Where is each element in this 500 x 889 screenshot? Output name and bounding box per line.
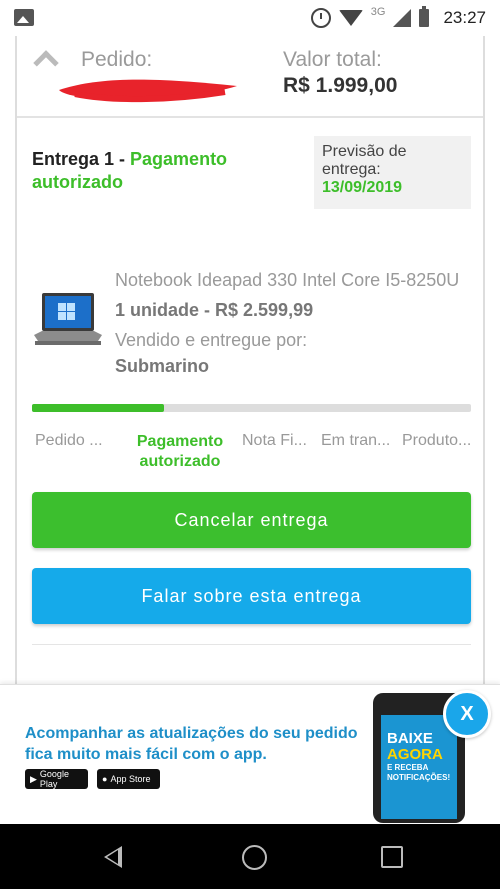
step-em-transito: Em tran... — [321, 432, 391, 449]
order-summary[interactable]: Pedido: Valor total: R$ 1.999,00 — [17, 36, 483, 118]
home-icon[interactable] — [242, 845, 267, 870]
app-store-badge[interactable]: ● App Store — [97, 769, 160, 789]
previsao-label: Previsão de entrega: — [322, 143, 407, 178]
close-banner-button[interactable]: X — [443, 690, 491, 738]
delivery-forecast: Previsão de entrega: 13/09/2019 — [314, 136, 471, 209]
google-play-icon: ▶ — [30, 773, 37, 784]
step-produto: Produto... — [402, 432, 472, 449]
entrega-label: Entrega 1 - — [32, 149, 131, 169]
banner-text: Acompanhar as atualizações do seu pedido… — [25, 725, 358, 763]
wifi-icon — [338, 10, 363, 26]
phone-line-notificacoes: NOTIFICAÇÕES! — [387, 773, 451, 782]
alarm-icon — [310, 8, 331, 28]
pedido-label: Pedido: — [81, 48, 153, 71]
status-icons: 3G 23:27 — [310, 6, 486, 29]
recent-apps-icon[interactable] — [381, 846, 403, 868]
phone-line-receba: E RECEBA — [387, 763, 429, 772]
valor-total-value: R$ 1.999,00 — [283, 74, 398, 97]
delivery-progress-bar — [32, 404, 471, 412]
divider — [32, 644, 471, 645]
apple-icon: ● — [102, 774, 108, 784]
clock: 23:27 — [443, 8, 486, 27]
talk-about-delivery-button[interactable]: Falar sobre esta entrega — [32, 568, 471, 624]
product-name[interactable]: Notebook Ideapad 330 Intel Core I5-8250U — [115, 270, 471, 291]
app-promo-banner[interactable]: Acompanhar as atualizações do seu pedido… — [0, 684, 500, 824]
notebook-thumbnail[interactable] — [32, 291, 104, 349]
image-notification-icon — [14, 9, 34, 26]
app-store-label: App Store — [110, 774, 151, 784]
phone-line-baixe: BAIXE — [387, 730, 433, 747]
network-type: 3G — [370, 6, 386, 18]
step-pagamento: Pagamento autorizado — [136, 433, 224, 470]
back-icon[interactable] — [104, 846, 122, 868]
redaction-scribble — [59, 79, 237, 103]
delivery-progress-fill — [32, 404, 164, 412]
seller-label: Vendido e entregue por: — [115, 330, 308, 350]
battery-icon — [419, 6, 430, 27]
phone-line-agora: AGORA — [387, 746, 443, 763]
android-nav-bar — [0, 824, 500, 889]
status-bar: 3G 23:27 — [0, 0, 500, 36]
valor-total-label: Valor total: — [283, 48, 382, 71]
delivery-steps: Pedido ... Pagamento autorizado Nota Fi.… — [32, 432, 475, 472]
entrega-title: Entrega 1 - Pagamento autorizado — [32, 148, 262, 194]
cancel-delivery-button[interactable]: Cancelar entrega — [32, 492, 471, 548]
chevron-up-icon[interactable] — [33, 50, 59, 76]
phone-screen: BAIXE AGORA E RECEBA NOTIFICAÇÕES! — [381, 715, 457, 819]
google-play-badge[interactable]: ▶ Google Play — [25, 769, 88, 789]
google-play-label: Google Play — [39, 769, 69, 789]
seller-name: Submarino — [115, 356, 210, 376]
signal-icon — [393, 9, 412, 27]
step-nota-fiscal: Nota Fi... — [242, 432, 307, 449]
step-pedido: Pedido ... — [35, 432, 103, 449]
previsao-date: 13/09/2019 — [322, 179, 403, 196]
product-quantity-price: 1 unidade - R$ 2.599,99 — [115, 300, 314, 320]
